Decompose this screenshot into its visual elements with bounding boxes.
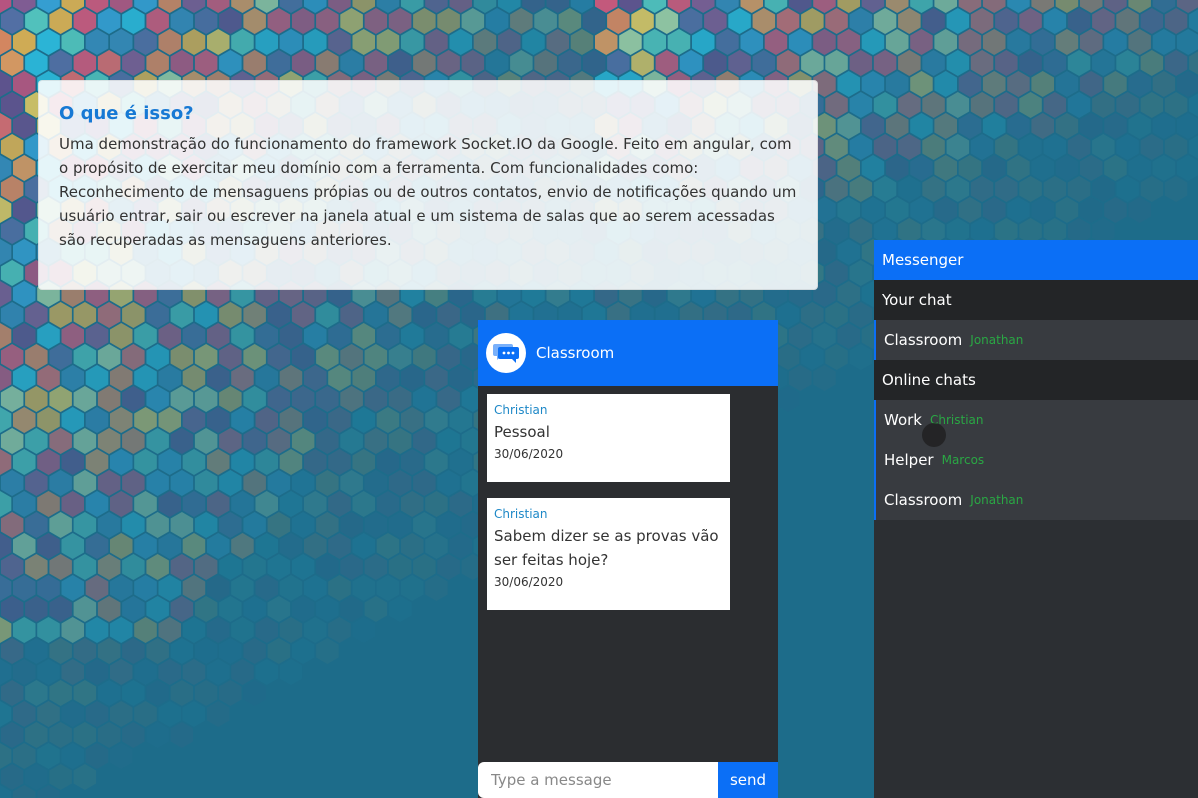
chat-list-item[interactable]: Helper Marcos — [874, 440, 1198, 480]
chat-window: Classroom Christian Pessoal 30/06/2020 C… — [478, 320, 778, 798]
chat-room-name: Helper — [884, 451, 934, 469]
send-button[interactable]: send — [718, 762, 778, 798]
chat-list-item[interactable]: Classroom Jonathan — [874, 480, 1198, 520]
message-composer: send — [478, 762, 778, 798]
chat-list-item[interactable]: Classroom Jonathan — [874, 320, 1198, 360]
online-chats-section-label: Online chats — [874, 360, 1198, 400]
chat-room-title: Classroom — [536, 344, 615, 362]
message-author: Christian — [494, 507, 548, 521]
chat-bubbles-icon — [486, 333, 526, 373]
info-title: O que é isso? — [59, 103, 194, 124]
messenger-sidebar: Messenger Your chat Classroom Jonathan O… — [874, 240, 1198, 798]
message-text: Pessoal — [494, 423, 550, 441]
info-description: Uma demonstração do funcionamento do fra… — [59, 135, 797, 249]
chat-room-user: Jonathan — [970, 333, 1024, 347]
chat-room-user: Marcos — [941, 453, 985, 467]
message-bubble: Christian Sabem dizer se as provas vão s… — [487, 498, 730, 610]
chat-room-name: Classroom — [884, 491, 963, 509]
info-card: O que é isso? Uma demonstração do funcio… — [38, 80, 818, 290]
cursor-indicator — [922, 423, 946, 447]
message-date: 30/06/2020 — [494, 575, 564, 589]
message-date: 30/06/2020 — [494, 447, 564, 461]
your-chat-section-label: Your chat — [874, 280, 1198, 320]
message-author: Christian — [494, 403, 548, 417]
chat-header: Classroom — [478, 320, 778, 386]
message-input[interactable] — [478, 762, 718, 798]
message-bubble: Christian Pessoal 30/06/2020 — [487, 394, 730, 482]
chat-room-name: Work — [884, 411, 922, 429]
chat-room-name: Classroom — [884, 331, 963, 349]
messenger-header: Messenger — [874, 240, 1198, 280]
message-text: Sabem dizer se as provas vão ser feitas … — [494, 527, 719, 569]
chat-room-user: Jonathan — [970, 493, 1024, 507]
